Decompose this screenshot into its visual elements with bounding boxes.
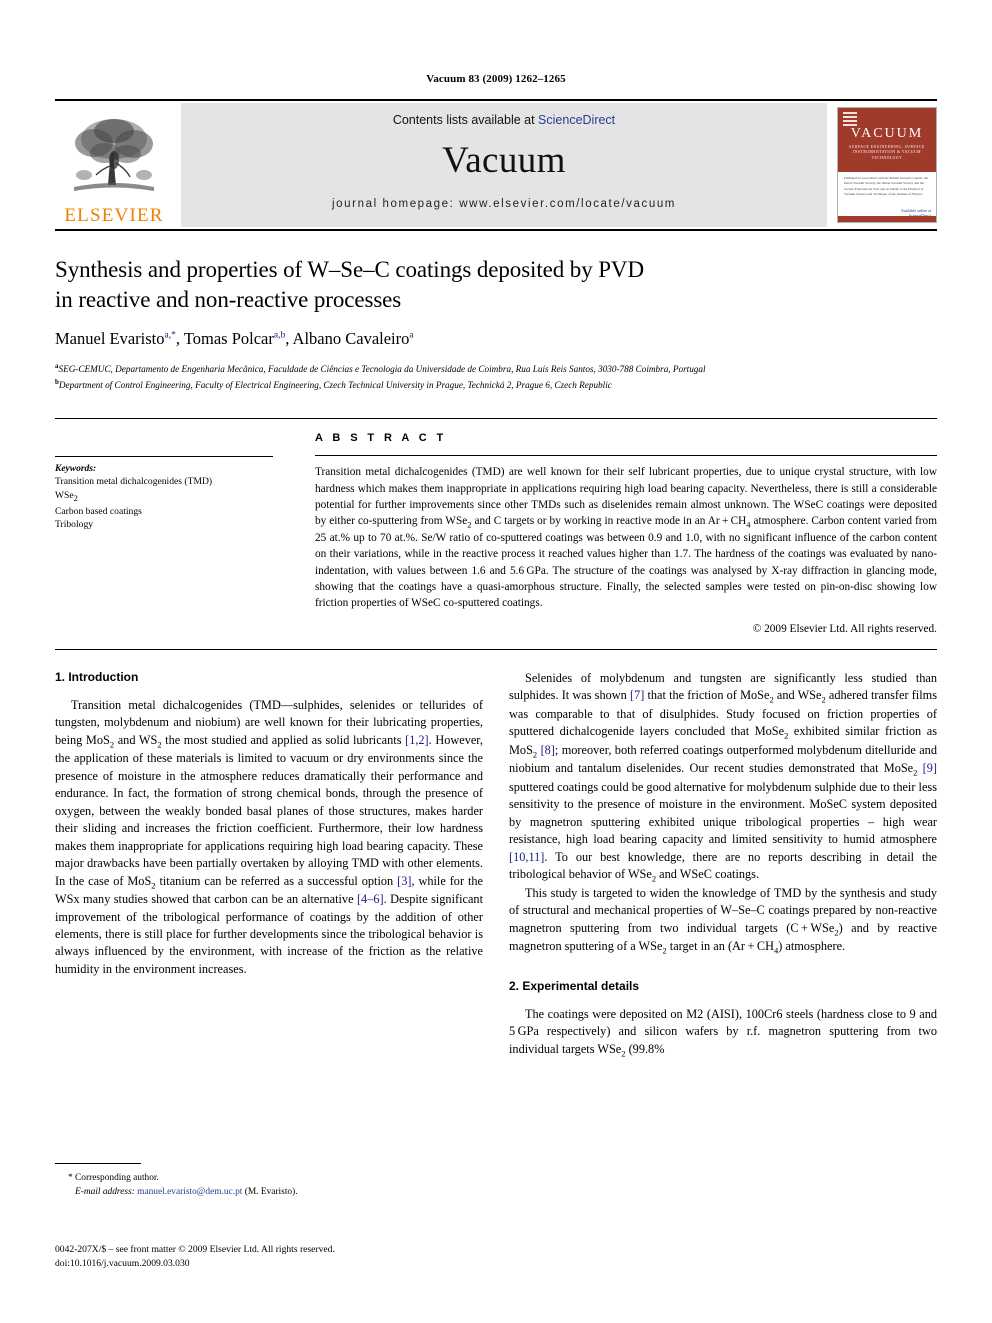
page-title: Synthesis and properties of W–Se–C coati… (55, 255, 937, 316)
abstract-heading: A B S T R A C T (315, 432, 447, 445)
keywords-heading: Keywords: (55, 464, 97, 475)
abstract-text: Transition metal dichalcogenides (TMD) a… (315, 466, 937, 609)
article-info-block: Keywords: Transition metal dichalcogenid… (55, 418, 937, 635)
paragraph-study-aim: This study is targeted to widen the know… (509, 885, 937, 956)
citation-ref[interactable]: [1,2] (405, 733, 429, 747)
section-heading-experimental: 2. Experimental details (509, 978, 640, 993)
email-label: E-mail address: (75, 1187, 135, 1198)
keywords-column: Keywords: Transition metal dichalcogenid… (55, 419, 293, 635)
section-heading-introduction: 1. Introduction (55, 669, 139, 684)
affiliation-text: Department of Control Engineering, Facul… (58, 379, 612, 390)
cover-top: VACUUM SURFACE ENGINEERING, SURFACE INST… (838, 108, 936, 177)
keyword-item: Transition metal dichalcogenides (TMD) (55, 476, 213, 488)
email-link[interactable]: manuel.evaristo@dem.uc.pt (137, 1187, 242, 1197)
cover-bottom-strip (838, 215, 936, 222)
elsevier-tree-icon (74, 119, 154, 191)
email-suffix: (M. Evaristo). (244, 1187, 298, 1198)
abstract-rule (315, 455, 937, 457)
author-name[interactable]: Albano Cavaleiro (293, 329, 410, 348)
cover-editors: JOHN A. COLLIGON ADRIAAN VAN VEEN JAMES … (846, 163, 928, 172)
email-note: E-mail address: manuel.evaristo@dem.uc.p… (55, 1185, 475, 1199)
doi-line[interactable]: doi:10.1016/j.vacuum.2009.03.030 (55, 1257, 335, 1271)
citation-ref[interactable]: [3] (397, 874, 411, 888)
citation-ref[interactable]: [10,11] (509, 850, 544, 864)
corresponding-author-note: * Corresponding author. (68, 1173, 159, 1183)
keyword-item: Carbon based coatings (55, 505, 142, 517)
keywords-list: Transition metal dichalcogenides (TMD) W… (55, 475, 273, 532)
right-column: Selenides of molybdenum and tungsten are… (509, 670, 937, 1059)
journal-homepage-link[interactable]: journal homepage: www.elsevier.com/locat… (332, 198, 676, 210)
affiliation-list: aSEG-CEMUC, Departamento de Engenharia M… (55, 361, 937, 393)
left-column: 1. Introduction Transition metal dichalc… (55, 670, 483, 1059)
paragraph-selenides: Selenides of molybdenum and tungsten are… (509, 670, 937, 884)
author-list: Manuel Evaristoa,*, Tomas Polcara,b, Alb… (55, 328, 414, 348)
author-affiliation-marks: a,* (164, 330, 176, 341)
abstract-column: A B S T R A C T Transition metal dichalc… (293, 419, 937, 635)
article-title-line-1: Synthesis and properties of W–Se–C coati… (55, 257, 644, 282)
citation-ref[interactable]: [9] (923, 761, 937, 775)
affiliation-item: aSEG-CEMUC, Departamento de Engenharia M… (55, 361, 937, 377)
journal-title: Vacuum (442, 140, 566, 181)
elsevier-wordmark: ELSEVIER (64, 205, 164, 226)
abstract-copyright: © 2009 Elsevier Ltd. All rights reserved… (752, 622, 937, 635)
affiliation-text: SEG-CEMUC, Departamento de Engenharia Me… (58, 363, 706, 374)
body-columns: 1. Introduction Transition metal dichalc… (55, 670, 937, 1059)
keywords-rule (55, 456, 273, 458)
citation-ref[interactable]: [7] (630, 688, 644, 702)
contents-available-line: Contents lists available at ScienceDirec… (393, 113, 615, 127)
footnote-rule (55, 1163, 141, 1164)
journal-masthead: ELSEVIER Contents lists available at Sci… (55, 99, 937, 231)
citation-ref[interactable]: [8] (541, 743, 555, 757)
article-info-bottom-rule (55, 648, 937, 650)
cover-bottom: Published in association with the Britis… (838, 171, 936, 222)
author-affiliation-marks: a (409, 330, 414, 341)
author-name[interactable]: Tomas Polcar (184, 329, 274, 348)
cover-elsevier-mark-icon (843, 112, 857, 128)
publisher-footer: 0042-207X/$ – see front matter © 2009 El… (55, 1243, 335, 1271)
article-page: Vacuum 83 (2009) 1262–1265 ELSEVIER Cont… (0, 0, 992, 1323)
paragraph-experimental: The coatings were deposited on M2 (AISI)… (509, 1006, 937, 1058)
contents-prefix: Contents lists available at (392, 113, 539, 127)
footnote-area: * Corresponding author. E-mail address: … (55, 1163, 475, 1199)
paragraph-intro: Transition metal dichalcogenides (TMD—su… (55, 697, 483, 976)
author-name[interactable]: Manuel Evaristo (55, 329, 165, 348)
keyword-item: Tribology (55, 519, 94, 531)
keyword-item: WSe2 (55, 490, 78, 504)
cover-blurb: Published in association with the Britis… (844, 175, 929, 197)
running-head: Vacuum 83 (2009) 1262–1265 (426, 73, 566, 85)
title-block: Synthesis and properties of W–Se–C coati… (55, 255, 937, 392)
cover-subtitle: SURFACE ENGINEERING, SURFACE INSTRUMENTA… (849, 145, 925, 160)
journal-band: Contents lists available at ScienceDirec… (181, 103, 827, 227)
sciencedirect-link[interactable]: ScienceDirect (538, 113, 615, 127)
journal-cover-thumbnail[interactable]: VACUUM SURFACE ENGINEERING, SURFACE INST… (837, 107, 937, 223)
affiliation-item: bDepartment of Control Engineering, Facu… (55, 377, 937, 393)
article-title-line-2: in reactive and non-reactive processes (55, 287, 402, 313)
issn-copyright-line: 0042-207X/$ – see front matter © 2009 El… (55, 1244, 335, 1255)
elsevier-logo: ELSEVIER (55, 101, 173, 229)
author-affiliation-marks: a,b (273, 330, 286, 341)
citation-ref[interactable]: [4–6] (357, 892, 384, 906)
subscript: 2 (73, 493, 78, 504)
